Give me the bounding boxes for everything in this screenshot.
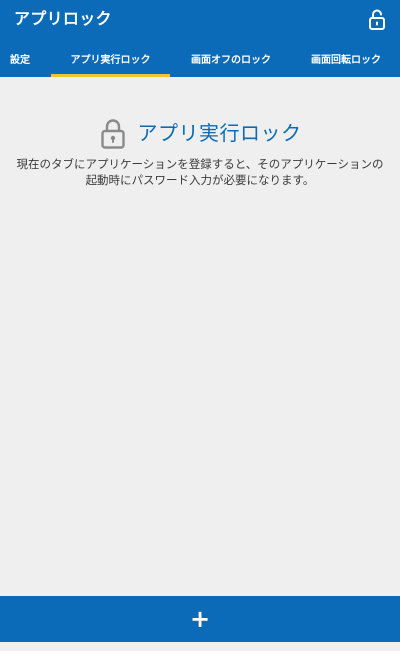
lock-icon (99, 117, 127, 149)
unlock-button[interactable] (364, 8, 390, 34)
app-bar: アプリロック 設定 アプリ実行ロック 画面オフのロック 画面回転ロック (0, 0, 400, 77)
app-title: アプリロック (14, 9, 112, 28)
tab-label: 設定 (10, 55, 30, 66)
app-root: アプリロック 設定 アプリ実行ロック 画面オフのロック 画面回転ロック アプリ実… (0, 0, 400, 651)
tab-label: 画面回転ロック (311, 55, 381, 66)
empty-state-header: アプリ実行ロック (0, 115, 400, 151)
add-app-button[interactable]: + (0, 596, 400, 642)
unlock-icon (367, 8, 387, 34)
main-content: アプリ実行ロック 現在のタブにアプリケーションを登録すると、そのアプリケーション… (0, 77, 400, 596)
tab-screen-off-lock[interactable]: 画面オフのロック (181, 40, 281, 77)
plus-icon: + (189, 605, 211, 633)
empty-state-title: アプリ実行ロック (137, 121, 302, 145)
tab-settings[interactable]: 設定 (0, 40, 40, 77)
tab-label: アプリ実行ロック (70, 55, 151, 66)
tab-label: 画面オフのロック (191, 55, 271, 66)
bottom-spacer (0, 642, 400, 651)
empty-state-description: 現在のタブにアプリケーションを登録すると、そのアプリケーションの起動時にパスワー… (16, 157, 384, 187)
tab-bar: 設定 アプリ実行ロック 画面オフのロック 画面回転ロック (0, 40, 400, 77)
tab-screen-rotation-lock[interactable]: 画面回転ロック (298, 40, 394, 77)
tab-app-run-lock[interactable]: アプリ実行ロック (51, 40, 170, 77)
